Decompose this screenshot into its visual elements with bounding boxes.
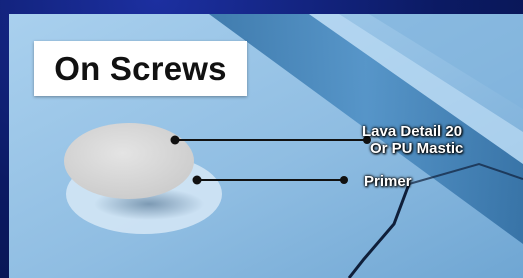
page-title: On Screws: [54, 49, 227, 87]
callout-lava-line-2: Or PU Mastic: [370, 140, 464, 157]
leader-dot-primer: [192, 175, 202, 185]
leader-end-primer: [340, 176, 348, 184]
callout-lava-line-1: Lava Detail 20: [362, 123, 463, 140]
title-box: On Screws: [34, 41, 247, 96]
leader-dot-lava: [170, 135, 180, 145]
sealant-cap: [64, 123, 194, 199]
callout-lava-detail: Lava Detail 20 Or PU Mastic: [362, 123, 463, 157]
callout-primer-line-1: Primer: [364, 173, 412, 190]
callout-primer: Primer: [364, 173, 412, 190]
